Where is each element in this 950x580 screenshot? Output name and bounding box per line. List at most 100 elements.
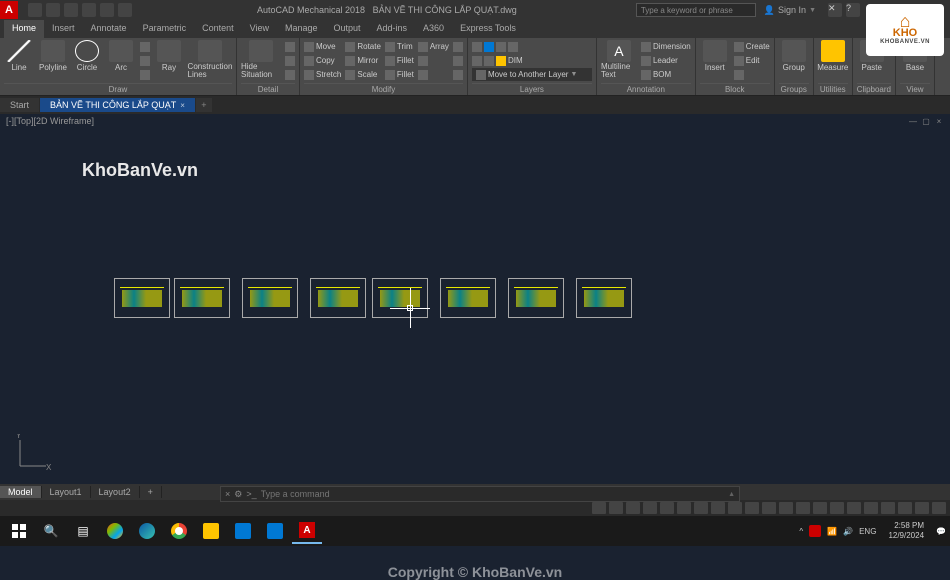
status-annomonitor-icon[interactable] — [813, 502, 827, 514]
qat-save-icon[interactable] — [64, 3, 78, 17]
start-button[interactable] — [4, 518, 34, 544]
drawing-sheet-7[interactable] — [508, 278, 564, 318]
ray-button[interactable]: Ray — [154, 40, 184, 72]
signin-button[interactable]: 👤 Sign In ▼ — [756, 5, 824, 16]
status-snap-icon[interactable] — [626, 502, 640, 514]
trim-button[interactable]: Trim — [385, 40, 414, 53]
modify-grp1[interactable] — [453, 40, 463, 53]
circle-button[interactable]: Circle — [72, 40, 102, 72]
drawing-sheet-6[interactable] — [440, 278, 496, 318]
status-customize-icon[interactable] — [932, 502, 946, 514]
layer-row1[interactable] — [472, 40, 592, 53]
tab-home[interactable]: Home — [4, 20, 44, 38]
fillet2-button[interactable]: Fillet — [385, 68, 414, 81]
status-hardware-icon[interactable] — [898, 502, 912, 514]
draw-misc-3[interactable] — [140, 68, 150, 81]
close-tab-icon[interactable]: × — [180, 101, 185, 110]
cmdline-recent-icon[interactable]: ▲ — [728, 491, 735, 498]
stretch-button[interactable]: Stretch — [304, 68, 341, 81]
command-line[interactable]: × ⚙ >_ ▲ — [220, 486, 740, 502]
layout-tab-layout2[interactable]: Layout2 — [91, 486, 140, 498]
panel-draw-label[interactable]: Draw — [4, 83, 232, 95]
qat-plot-icon[interactable] — [118, 3, 132, 17]
outlook-icon[interactable] — [260, 518, 290, 544]
tray-volume-icon[interactable]: 🔊 — [843, 527, 853, 536]
ucs-icon[interactable]: Y X — [12, 434, 52, 474]
help-search-input[interactable]: Type a keyword or phrase — [636, 3, 756, 17]
copy-button[interactable]: Copy — [304, 54, 341, 67]
insert-button[interactable]: Insert — [700, 40, 730, 72]
status-cleanscreen-icon[interactable] — [915, 502, 929, 514]
status-lock-icon[interactable] — [864, 502, 878, 514]
panel-detail-label[interactable]: Detail — [241, 83, 295, 95]
status-otrack-icon[interactable] — [711, 502, 725, 514]
taskbar-clock[interactable]: 2:58 PM 12/9/2024 — [882, 521, 930, 541]
mirror-button[interactable]: Mirror — [345, 54, 381, 67]
group-button[interactable]: Group — [779, 40, 809, 72]
detail-misc-1[interactable] — [285, 40, 295, 53]
cmdline-config-icon[interactable]: ⚙ — [234, 489, 242, 500]
bom-button[interactable]: BOM — [641, 68, 691, 81]
layout-tab-layout1[interactable]: Layout1 — [42, 486, 91, 498]
modify-misc-1[interactable] — [418, 54, 449, 67]
status-workspace-icon[interactable] — [796, 502, 810, 514]
file-tab-active[interactable]: BẢN VẼ THI CÔNG LẮP QUẠT× — [40, 98, 195, 112]
tray-app-icon[interactable] — [809, 525, 821, 537]
panel-view-label[interactable]: View — [900, 83, 930, 95]
tray-wifi-icon[interactable]: 📶 — [827, 527, 837, 536]
status-quickprops-icon[interactable] — [847, 502, 861, 514]
qat-redo-icon[interactable] — [100, 3, 114, 17]
cmdline-close-icon[interactable]: × — [225, 489, 230, 499]
command-input[interactable] — [261, 489, 724, 499]
drawing-sheet-8[interactable] — [576, 278, 632, 318]
status-osnap-icon[interactable] — [677, 502, 691, 514]
edge-icon[interactable] — [132, 518, 162, 544]
tab-parametric[interactable]: Parametric — [135, 20, 195, 38]
status-ortho-icon[interactable] — [643, 502, 657, 514]
move-button[interactable]: Move — [304, 40, 341, 53]
panel-block-label[interactable]: Block — [700, 83, 770, 95]
dimension-button[interactable]: Dimension — [641, 40, 691, 53]
rotate-button[interactable]: Rotate — [345, 40, 381, 53]
tab-express[interactable]: Express Tools — [452, 20, 524, 38]
drawing-sheet-3[interactable] — [242, 278, 298, 318]
detail-misc-2[interactable] — [285, 54, 295, 67]
status-annoscale-icon[interactable] — [779, 502, 793, 514]
tab-annotate[interactable]: Annotate — [83, 20, 135, 38]
drawing-sheet-4[interactable] — [310, 278, 366, 318]
status-3dosnap-icon[interactable] — [694, 502, 708, 514]
status-isolate-icon[interactable] — [881, 502, 895, 514]
drawing-sheet-2[interactable] — [174, 278, 230, 318]
status-units-icon[interactable] — [830, 502, 844, 514]
modify-misc-2[interactable] — [418, 68, 449, 81]
exchange-icon[interactable]: ✕ — [828, 3, 842, 17]
tab-view[interactable]: View — [242, 20, 277, 38]
vp-close-icon[interactable]: × — [934, 116, 944, 126]
polyline-button[interactable]: Polyline — [38, 40, 68, 72]
file-tab-start[interactable]: Start — [0, 98, 39, 112]
drawing-canvas[interactable]: KhoBanVe.vn Y X Copyright © KhoBanVe.vn — [0, 128, 950, 484]
panel-utilities-label[interactable]: Utilities — [818, 83, 848, 95]
tab-insert[interactable]: Insert — [44, 20, 83, 38]
notifications-icon[interactable]: 💬 — [936, 527, 946, 536]
help-icon[interactable]: ? — [846, 3, 860, 17]
qat-undo-icon[interactable] — [82, 3, 96, 17]
status-transparency-icon[interactable] — [745, 502, 759, 514]
modify-grp3[interactable] — [453, 68, 463, 81]
panel-annotation-label[interactable]: Annotation — [601, 83, 691, 95]
tab-output[interactable]: Output — [326, 20, 369, 38]
status-model-icon[interactable] — [592, 502, 606, 514]
construction-lines-button[interactable]: Construction Lines — [188, 40, 232, 79]
panel-groups-label[interactable]: Groups — [779, 83, 809, 95]
draw-misc-1[interactable] — [140, 40, 150, 53]
chrome-icon[interactable] — [164, 518, 194, 544]
status-cycling-icon[interactable] — [762, 502, 776, 514]
vp-minimize-icon[interactable]: — — [908, 116, 918, 126]
tab-content[interactable]: Content — [194, 20, 242, 38]
panel-modify-label[interactable]: Modify — [304, 83, 463, 95]
array-button[interactable]: Array — [418, 40, 449, 53]
tab-a360[interactable]: A360 — [415, 20, 452, 38]
copilot-icon[interactable] — [100, 518, 130, 544]
tab-addins[interactable]: Add-ins — [369, 20, 416, 38]
taskview-icon[interactable]: ▤ — [68, 518, 98, 544]
